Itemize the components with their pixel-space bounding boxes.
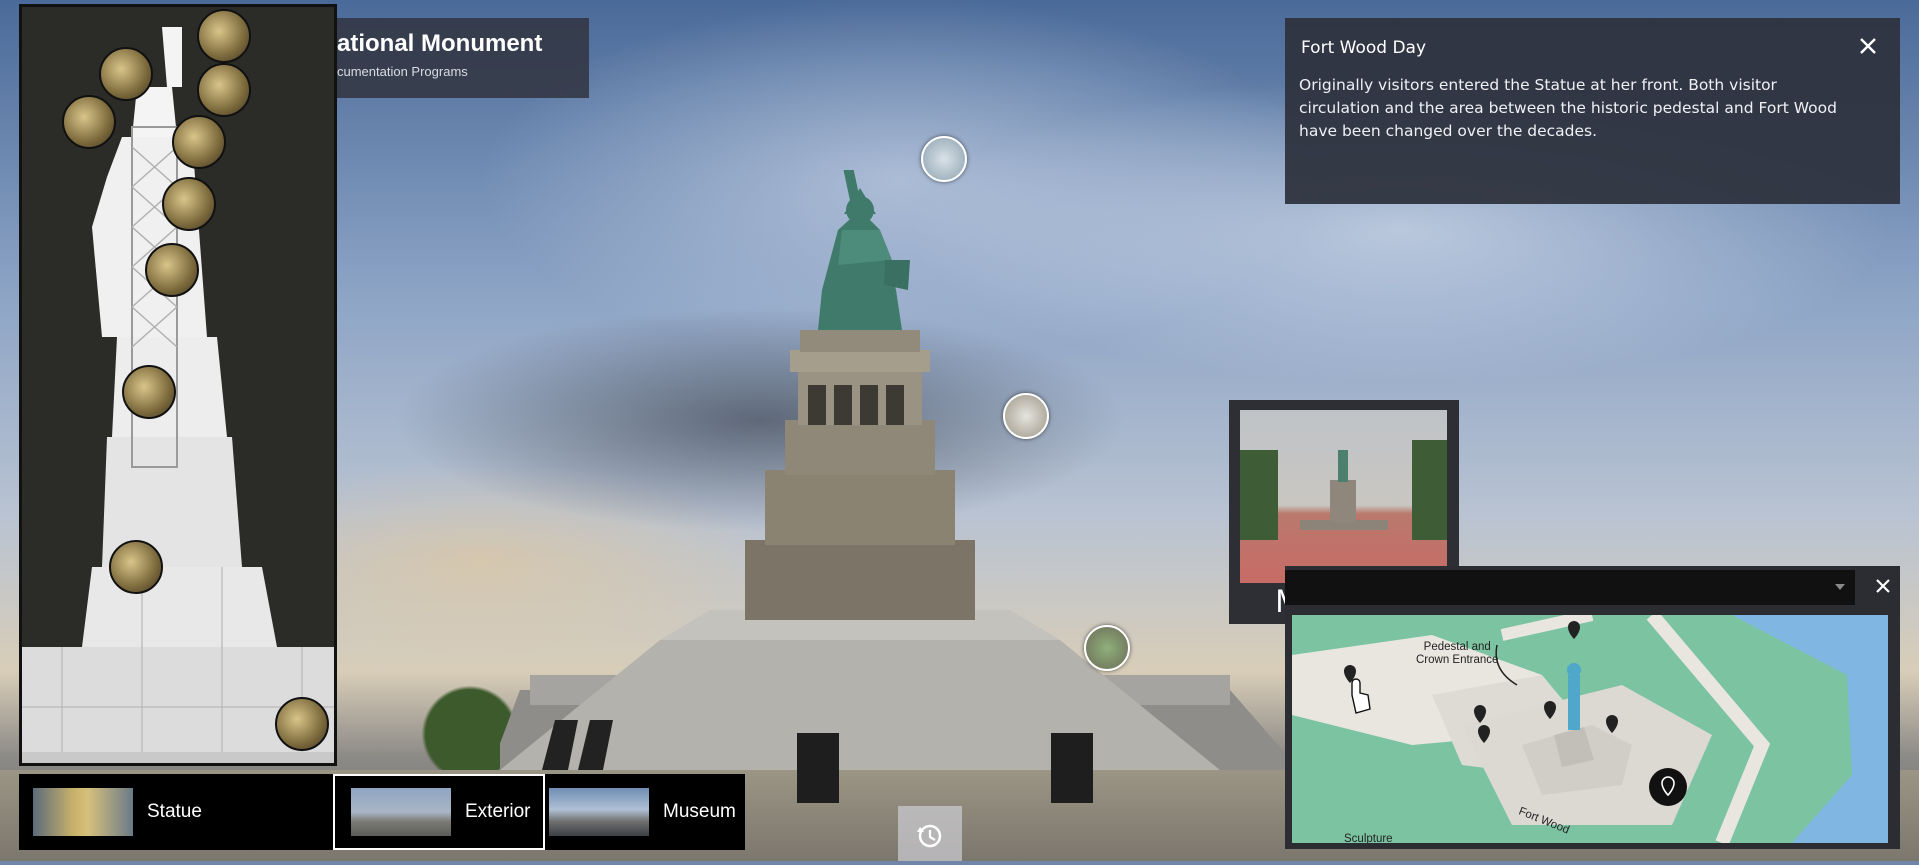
section-hotspot-mid-stair[interactable] <box>162 177 216 231</box>
history-button[interactable] <box>898 806 962 861</box>
map-label-pedestal: Pedestal and Crown Entrance <box>1416 641 1499 666</box>
section-hotspot-head[interactable] <box>62 95 116 149</box>
scene-tab-label: Museum <box>663 801 736 822</box>
scene-tab-museum[interactable]: Museum <box>545 774 745 850</box>
section-hotspot-pedestal[interactable] <box>109 540 163 594</box>
section-hotspot-crown[interactable] <box>197 63 251 117</box>
chevron-down-icon <box>1835 584 1845 590</box>
scene-tab-exterior[interactable]: Exterior <box>333 774 545 850</box>
map-label-sculpture: Sculpture <box>1344 833 1393 843</box>
preview-image <box>1240 410 1447 583</box>
map-location-select[interactable] <box>1285 570 1855 605</box>
section-hotspot-frame[interactable] <box>145 243 199 297</box>
info-panel: Fort Wood Day Originally visitors entere… <box>1285 18 1900 204</box>
hotspot-fort-wood[interactable] <box>1084 625 1130 671</box>
statue-of-liberty <box>500 170 1300 803</box>
page-subtitle: cumentation Programs <box>337 64 468 79</box>
hotspot-pedestal-top[interactable] <box>1003 393 1049 439</box>
scene-tab-label: Statue <box>147 801 202 822</box>
site-title-banner: ational Monument cumentation Programs <box>337 18 589 98</box>
close-icon[interactable] <box>1856 34 1880 58</box>
map-panel: Pedestal and Crown Entrance Fort Wood Sc… <box>1285 566 1900 849</box>
close-icon[interactable] <box>1873 576 1893 596</box>
statue-cross-section-panel <box>19 4 337 766</box>
section-hotspot-arm[interactable] <box>99 47 153 101</box>
hotspot-torch[interactable] <box>921 136 967 182</box>
page-title: ational Monument <box>337 30 543 57</box>
scene-tab-label: Exterior <box>465 801 531 822</box>
info-panel-title: Fort Wood Day <box>1301 38 1427 58</box>
statue-scene-thumbnail <box>33 788 133 836</box>
exterior-scene-thumbnail <box>351 788 451 836</box>
island-map[interactable]: Pedestal and Crown Entrance Fort Wood Sc… <box>1292 615 1888 843</box>
info-panel-text: Originally visitors entered the Statue a… <box>1299 76 1837 140</box>
history-icon <box>917 824 942 848</box>
museum-scene-thumbnail <box>549 788 649 836</box>
scene-tab-statue[interactable]: Statue <box>19 774 334 850</box>
section-hotspot-pedestal-top[interactable] <box>122 365 176 419</box>
section-hotspot-base[interactable] <box>275 697 329 751</box>
section-hotspot-torch[interactable] <box>197 9 251 63</box>
section-hotspot-upper-stair[interactable] <box>172 115 226 169</box>
